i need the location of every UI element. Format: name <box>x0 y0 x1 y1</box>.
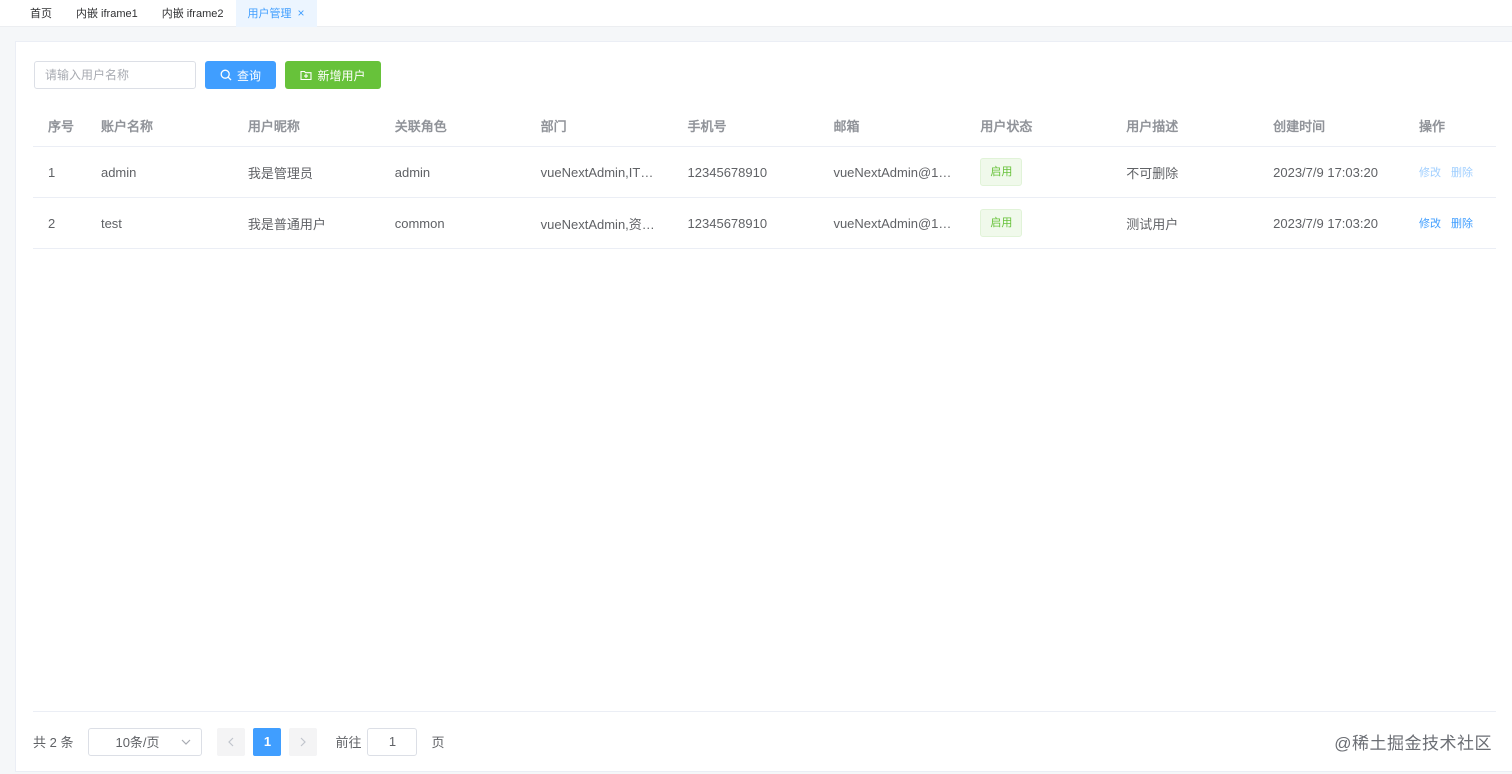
column-header: 关联角色 <box>394 118 447 134</box>
cell-nickname: 我是管理员 <box>247 165 313 181</box>
column-header: 手机号 <box>687 118 727 134</box>
cell-account: test <box>100 215 122 231</box>
next-page-button[interactable] <box>289 727 318 756</box>
page-size-select[interactable]: 10条/页 <box>88 727 203 756</box>
cell-index: 1 <box>48 164 56 180</box>
goto-label: 前往 <box>335 735 362 750</box>
column-header: 用户昵称 <box>247 118 300 134</box>
cell-dept: vueNextAdmin,IT… <box>540 164 654 180</box>
toolbar: 查询 新增用户 <box>34 61 381 89</box>
delete-button[interactable]: 删除 <box>1451 167 1473 179</box>
chevron-down-icon <box>182 739 191 745</box>
cell-index: 2 <box>48 215 56 231</box>
folder-add-icon <box>300 70 313 81</box>
column-header: 操作 <box>1419 118 1446 134</box>
column-header: 序号 <box>48 118 75 134</box>
prev-page-button[interactable] <box>217 727 246 756</box>
chevron-left-icon <box>228 737 234 746</box>
query-button[interactable]: 查询 <box>205 61 276 89</box>
cell-role: admin <box>394 164 431 180</box>
column-header: 部门 <box>540 118 567 134</box>
tab-home[interactable]: 首页 <box>18 0 64 27</box>
tab-iframe2[interactable]: 内嵌 iframe2 <box>150 0 236 27</box>
edit-button[interactable]: 修改 <box>1419 167 1441 179</box>
table-row: 2 test 我是普通用户 common vueNextAdmin,资… 123… <box>33 198 1496 249</box>
table-row: 1 admin 我是管理员 admin vueNextAdmin,IT… 123… <box>33 147 1496 198</box>
cell-status: 启用 <box>965 209 1111 237</box>
edit-button[interactable]: 修改 <box>1419 218 1441 230</box>
tab-label: 用户管理 <box>247 8 292 20</box>
cell-account: admin <box>100 164 137 180</box>
cell-email: vueNextAdmin@1… <box>833 164 952 180</box>
cell-role: common <box>394 215 445 231</box>
search-icon <box>220 69 232 81</box>
pagination: 共 2 条 10条/页 1 前往 页 <box>33 711 1496 771</box>
page-suffix: 页 <box>431 735 445 750</box>
column-header: 用户状态 <box>980 118 1033 134</box>
page-size-value: 10条/页 <box>115 735 160 750</box>
tab-label: 内嵌 iframe1 <box>76 8 138 20</box>
add-user-label: 新增用户 <box>317 68 366 83</box>
close-icon[interactable]: × <box>298 7 305 19</box>
status-badge: 启用 <box>980 158 1023 186</box>
add-user-button[interactable]: 新增用户 <box>285 61 381 89</box>
tabs-bar: 首页 内嵌 iframe1 内嵌 iframe2 用户管理 × <box>0 0 1512 27</box>
chevron-right-icon <box>301 737 307 746</box>
main-card: 查询 新增用户 序号 账户名称 用户昵称 关联角色 部门 手机号 邮箱 用户状态… <box>15 41 1512 772</box>
cell-actions: 修改 删除 <box>1404 215 1496 231</box>
column-header: 用户描述 <box>1126 118 1179 134</box>
user-table: 序号 账户名称 用户昵称 关联角色 部门 手机号 邮箱 用户状态 用户描述 创建… <box>33 104 1496 249</box>
cell-actions: 修改 删除 <box>1404 164 1496 180</box>
goto-page-input[interactable] <box>367 727 418 756</box>
cell-desc: 不可删除 <box>1126 165 1179 181</box>
column-header: 账户名称 <box>100 118 153 134</box>
cell-email: vueNextAdmin@1… <box>833 215 952 231</box>
delete-button[interactable]: 删除 <box>1451 218 1473 230</box>
cell-created: 2023/7/9 17:03:20 <box>1273 215 1378 231</box>
query-label: 查询 <box>236 68 261 83</box>
cell-phone: 12345678910 <box>687 215 768 231</box>
cell-desc: 测试用户 <box>1126 216 1179 232</box>
status-badge: 启用 <box>980 209 1023 237</box>
column-header: 邮箱 <box>833 118 860 134</box>
page-number[interactable]: 1 <box>253 727 282 756</box>
watermark: @稀土掘金技术社区 <box>1334 734 1492 753</box>
table-header: 序号 账户名称 用户昵称 关联角色 部门 手机号 邮箱 用户状态 用户描述 创建… <box>33 104 1496 147</box>
tab-user-management[interactable]: 用户管理 × <box>235 0 317 27</box>
tab-label: 首页 <box>30 8 52 20</box>
tab-iframe1[interactable]: 内嵌 iframe1 <box>64 0 150 27</box>
cell-dept: vueNextAdmin,资… <box>540 216 655 232</box>
cell-nickname: 我是普通用户 <box>247 216 326 232</box>
cell-status: 启用 <box>965 158 1111 186</box>
column-header: 创建时间 <box>1273 118 1326 134</box>
tab-label: 内嵌 iframe2 <box>161 8 224 20</box>
search-input[interactable] <box>34 61 196 89</box>
cell-phone: 12345678910 <box>687 164 768 180</box>
cell-created: 2023/7/9 17:03:20 <box>1273 164 1378 180</box>
total-count: 共 2 条 <box>33 735 74 750</box>
